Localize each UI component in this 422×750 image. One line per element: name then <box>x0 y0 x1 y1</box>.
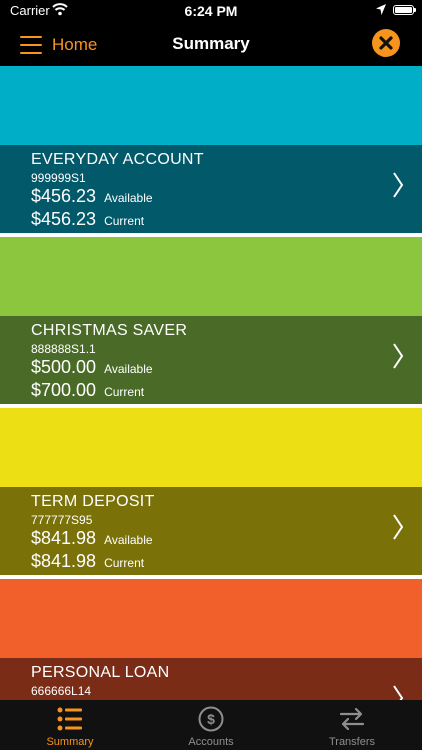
color-band <box>0 579 422 658</box>
tab-transfers[interactable]: Transfers <box>282 700 422 750</box>
account-card-personal-loan: PERSONAL LOAN 666666L14 <box>0 579 422 700</box>
available-amount: $500.00 <box>31 357 97 377</box>
status-bar: Carrier 6:24 PM <box>0 0 422 24</box>
current-amount: $700.00 <box>31 380 97 400</box>
tab-accounts-label: Accounts <box>188 736 234 748</box>
tab-summary[interactable]: Summary <box>0 700 140 750</box>
clock: 6:24 PM <box>184 3 238 19</box>
close-button[interactable] <box>372 29 400 57</box>
account-number: 666666L14 <box>31 684 92 698</box>
available-label: Available <box>104 362 153 376</box>
account-number: 777777S95 <box>31 513 93 527</box>
account-card-term-deposit: TERM DEPOSIT 777777S95 $841.98 Available… <box>0 408 422 575</box>
battery-icon <box>393 5 416 15</box>
close-icon <box>379 36 393 50</box>
available-amount: $841.98 <box>31 528 97 548</box>
account-name: PERSONAL LOAN <box>31 664 170 681</box>
current-label: Current <box>104 214 145 228</box>
available-label: Available <box>104 191 153 205</box>
current-balance: $841.98 Current <box>31 551 144 572</box>
account-number: 888888S1.1 <box>31 342 96 356</box>
svg-text:$: $ <box>207 711 215 727</box>
page-title: Summary <box>172 34 250 53</box>
account-number: 999999S1 <box>31 171 86 185</box>
transfer-arrows-icon <box>339 707 365 731</box>
available-amount: $456.23 <box>31 186 97 206</box>
available-balance: $500.00 Available <box>31 357 153 378</box>
current-label: Current <box>104 385 145 399</box>
list-icon <box>57 707 82 731</box>
account-name: CHRISTMAS SAVER <box>31 322 188 339</box>
account-row[interactable]: CHRISTMAS SAVER 888888S1.1 $500.00 Avail… <box>0 316 422 404</box>
nav-bar: Home Summary <box>0 24 422 66</box>
current-balance: $456.23 Current <box>31 209 144 230</box>
chevron-right-icon <box>393 343 404 369</box>
tab-summary-label: Summary <box>46 736 94 748</box>
color-band <box>0 66 422 145</box>
account-name: TERM DEPOSIT <box>31 493 155 510</box>
available-balance: $456.23 Available <box>31 186 153 207</box>
current-balance: $700.00 Current <box>31 380 144 401</box>
tab-transfers-label: Transfers <box>328 736 376 748</box>
current-label: Current <box>104 556 145 570</box>
chevron-right-icon <box>393 685 404 700</box>
color-band <box>0 237 422 316</box>
color-band <box>0 408 422 487</box>
account-row[interactable]: PERSONAL LOAN 666666L14 <box>0 658 422 700</box>
account-card-christmas: CHRISTMAS SAVER 888888S1.1 $500.00 Avail… <box>0 237 422 404</box>
account-card-everyday: EVERYDAY ACCOUNT 999999S1 $456.23 Availa… <box>0 66 422 233</box>
account-row[interactable]: TERM DEPOSIT 777777S95 $841.98 Available… <box>0 487 422 575</box>
account-list[interactable]: EVERYDAY ACCOUNT 999999S1 $456.23 Availa… <box>0 66 422 700</box>
current-amount: $841.98 <box>31 551 97 571</box>
available-label: Available <box>104 533 153 547</box>
available-balance: $841.98 Available <box>31 528 153 549</box>
chevron-right-icon <box>393 172 404 198</box>
account-name: EVERYDAY ACCOUNT <box>31 151 204 168</box>
chevron-right-icon <box>393 514 404 540</box>
location-arrow-icon <box>376 4 386 15</box>
current-amount: $456.23 <box>31 209 97 229</box>
tab-accounts[interactable]: $ Accounts <box>141 700 281 750</box>
dollar-circle-icon: $ <box>198 706 224 732</box>
tab-bar: Summary $ Accounts Transfers <box>0 700 422 750</box>
account-row[interactable]: EVERYDAY ACCOUNT 999999S1 $456.23 Availa… <box>0 145 422 233</box>
